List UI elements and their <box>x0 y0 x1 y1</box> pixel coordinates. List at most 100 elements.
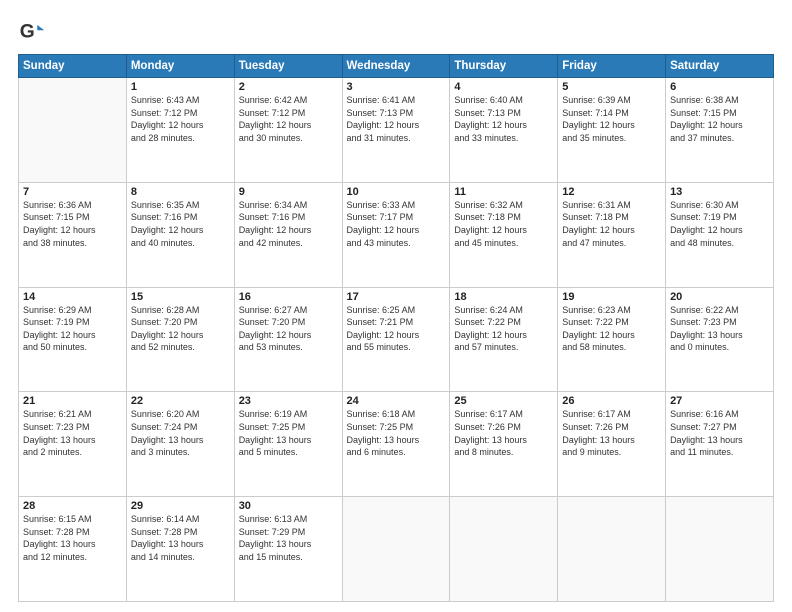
day-number: 15 <box>131 291 230 303</box>
day-number: 3 <box>347 81 446 93</box>
calendar-cell: 28Sunrise: 6:15 AM Sunset: 7:28 PM Dayli… <box>19 497 127 602</box>
logo-icon: G <box>18 18 46 46</box>
calendar-week-row: 1Sunrise: 6:43 AM Sunset: 7:12 PM Daylig… <box>19 78 774 183</box>
day-info: Sunrise: 6:35 AM Sunset: 7:16 PM Dayligh… <box>131 199 230 249</box>
day-info: Sunrise: 6:25 AM Sunset: 7:21 PM Dayligh… <box>347 304 446 354</box>
day-info: Sunrise: 6:19 AM Sunset: 7:25 PM Dayligh… <box>239 408 338 458</box>
day-number: 28 <box>23 500 122 512</box>
calendar-cell: 1Sunrise: 6:43 AM Sunset: 7:12 PM Daylig… <box>126 78 234 183</box>
day-info: Sunrise: 6:20 AM Sunset: 7:24 PM Dayligh… <box>131 408 230 458</box>
calendar-cell: 10Sunrise: 6:33 AM Sunset: 7:17 PM Dayli… <box>342 182 450 287</box>
day-info: Sunrise: 6:34 AM Sunset: 7:16 PM Dayligh… <box>239 199 338 249</box>
calendar-week-row: 7Sunrise: 6:36 AM Sunset: 7:15 PM Daylig… <box>19 182 774 287</box>
day-number: 23 <box>239 395 338 407</box>
calendar-week-row: 21Sunrise: 6:21 AM Sunset: 7:23 PM Dayli… <box>19 392 774 497</box>
day-info: Sunrise: 6:24 AM Sunset: 7:22 PM Dayligh… <box>454 304 553 354</box>
calendar-cell: 16Sunrise: 6:27 AM Sunset: 7:20 PM Dayli… <box>234 287 342 392</box>
day-of-week-header: Sunday <box>19 55 127 78</box>
calendar-cell: 25Sunrise: 6:17 AM Sunset: 7:26 PM Dayli… <box>450 392 558 497</box>
day-number: 14 <box>23 291 122 303</box>
calendar-cell: 8Sunrise: 6:35 AM Sunset: 7:16 PM Daylig… <box>126 182 234 287</box>
day-info: Sunrise: 6:22 AM Sunset: 7:23 PM Dayligh… <box>670 304 769 354</box>
day-number: 1 <box>131 81 230 93</box>
calendar-cell: 29Sunrise: 6:14 AM Sunset: 7:28 PM Dayli… <box>126 497 234 602</box>
day-number: 17 <box>347 291 446 303</box>
calendar-header-row: SundayMondayTuesdayWednesdayThursdayFrid… <box>19 55 774 78</box>
calendar-cell <box>19 78 127 183</box>
calendar-cell: 12Sunrise: 6:31 AM Sunset: 7:18 PM Dayli… <box>558 182 666 287</box>
day-info: Sunrise: 6:21 AM Sunset: 7:23 PM Dayligh… <box>23 408 122 458</box>
calendar-cell: 9Sunrise: 6:34 AM Sunset: 7:16 PM Daylig… <box>234 182 342 287</box>
day-info: Sunrise: 6:30 AM Sunset: 7:19 PM Dayligh… <box>670 199 769 249</box>
day-info: Sunrise: 6:15 AM Sunset: 7:28 PM Dayligh… <box>23 513 122 563</box>
calendar-cell: 24Sunrise: 6:18 AM Sunset: 7:25 PM Dayli… <box>342 392 450 497</box>
calendar-cell: 30Sunrise: 6:13 AM Sunset: 7:29 PM Dayli… <box>234 497 342 602</box>
calendar-cell: 27Sunrise: 6:16 AM Sunset: 7:27 PM Dayli… <box>666 392 774 497</box>
day-number: 22 <box>131 395 230 407</box>
day-info: Sunrise: 6:42 AM Sunset: 7:12 PM Dayligh… <box>239 94 338 144</box>
calendar-cell: 5Sunrise: 6:39 AM Sunset: 7:14 PM Daylig… <box>558 78 666 183</box>
calendar-week-row: 14Sunrise: 6:29 AM Sunset: 7:19 PM Dayli… <box>19 287 774 392</box>
day-number: 8 <box>131 186 230 198</box>
calendar-cell: 17Sunrise: 6:25 AM Sunset: 7:21 PM Dayli… <box>342 287 450 392</box>
day-of-week-header: Saturday <box>666 55 774 78</box>
calendar-cell: 19Sunrise: 6:23 AM Sunset: 7:22 PM Dayli… <box>558 287 666 392</box>
svg-text:G: G <box>20 21 35 42</box>
day-number: 2 <box>239 81 338 93</box>
day-number: 12 <box>562 186 661 198</box>
header: G <box>18 18 774 46</box>
calendar-cell: 7Sunrise: 6:36 AM Sunset: 7:15 PM Daylig… <box>19 182 127 287</box>
day-info: Sunrise: 6:41 AM Sunset: 7:13 PM Dayligh… <box>347 94 446 144</box>
day-number: 29 <box>131 500 230 512</box>
day-info: Sunrise: 6:43 AM Sunset: 7:12 PM Dayligh… <box>131 94 230 144</box>
calendar-cell <box>342 497 450 602</box>
day-info: Sunrise: 6:14 AM Sunset: 7:28 PM Dayligh… <box>131 513 230 563</box>
calendar-cell <box>558 497 666 602</box>
day-number: 19 <box>562 291 661 303</box>
calendar-cell: 18Sunrise: 6:24 AM Sunset: 7:22 PM Dayli… <box>450 287 558 392</box>
day-info: Sunrise: 6:17 AM Sunset: 7:26 PM Dayligh… <box>454 408 553 458</box>
day-number: 11 <box>454 186 553 198</box>
calendar-cell: 20Sunrise: 6:22 AM Sunset: 7:23 PM Dayli… <box>666 287 774 392</box>
calendar-cell: 15Sunrise: 6:28 AM Sunset: 7:20 PM Dayli… <box>126 287 234 392</box>
calendar-cell: 21Sunrise: 6:21 AM Sunset: 7:23 PM Dayli… <box>19 392 127 497</box>
day-of-week-header: Tuesday <box>234 55 342 78</box>
day-number: 5 <box>562 81 661 93</box>
calendar-cell: 6Sunrise: 6:38 AM Sunset: 7:15 PM Daylig… <box>666 78 774 183</box>
day-number: 25 <box>454 395 553 407</box>
calendar-table: SundayMondayTuesdayWednesdayThursdayFrid… <box>18 54 774 602</box>
day-number: 4 <box>454 81 553 93</box>
calendar-cell: 14Sunrise: 6:29 AM Sunset: 7:19 PM Dayli… <box>19 287 127 392</box>
day-info: Sunrise: 6:36 AM Sunset: 7:15 PM Dayligh… <box>23 199 122 249</box>
day-number: 9 <box>239 186 338 198</box>
day-info: Sunrise: 6:29 AM Sunset: 7:19 PM Dayligh… <box>23 304 122 354</box>
calendar-cell: 3Sunrise: 6:41 AM Sunset: 7:13 PM Daylig… <box>342 78 450 183</box>
day-number: 16 <box>239 291 338 303</box>
day-info: Sunrise: 6:38 AM Sunset: 7:15 PM Dayligh… <box>670 94 769 144</box>
calendar-cell: 4Sunrise: 6:40 AM Sunset: 7:13 PM Daylig… <box>450 78 558 183</box>
day-info: Sunrise: 6:32 AM Sunset: 7:18 PM Dayligh… <box>454 199 553 249</box>
day-of-week-header: Thursday <box>450 55 558 78</box>
day-info: Sunrise: 6:39 AM Sunset: 7:14 PM Dayligh… <box>562 94 661 144</box>
day-of-week-header: Wednesday <box>342 55 450 78</box>
day-info: Sunrise: 6:18 AM Sunset: 7:25 PM Dayligh… <box>347 408 446 458</box>
calendar-cell: 13Sunrise: 6:30 AM Sunset: 7:19 PM Dayli… <box>666 182 774 287</box>
day-number: 10 <box>347 186 446 198</box>
day-number: 26 <box>562 395 661 407</box>
day-info: Sunrise: 6:27 AM Sunset: 7:20 PM Dayligh… <box>239 304 338 354</box>
day-of-week-header: Friday <box>558 55 666 78</box>
day-number: 21 <box>23 395 122 407</box>
calendar-cell <box>666 497 774 602</box>
day-info: Sunrise: 6:31 AM Sunset: 7:18 PM Dayligh… <box>562 199 661 249</box>
day-number: 13 <box>670 186 769 198</box>
day-number: 30 <box>239 500 338 512</box>
day-number: 20 <box>670 291 769 303</box>
calendar-cell: 11Sunrise: 6:32 AM Sunset: 7:18 PM Dayli… <box>450 182 558 287</box>
page: G SundayMondayTuesdayWednesdayThursdayFr… <box>0 0 792 612</box>
calendar-cell: 26Sunrise: 6:17 AM Sunset: 7:26 PM Dayli… <box>558 392 666 497</box>
day-info: Sunrise: 6:33 AM Sunset: 7:17 PM Dayligh… <box>347 199 446 249</box>
calendar-cell: 22Sunrise: 6:20 AM Sunset: 7:24 PM Dayli… <box>126 392 234 497</box>
calendar-cell: 2Sunrise: 6:42 AM Sunset: 7:12 PM Daylig… <box>234 78 342 183</box>
day-info: Sunrise: 6:13 AM Sunset: 7:29 PM Dayligh… <box>239 513 338 563</box>
calendar-cell <box>450 497 558 602</box>
